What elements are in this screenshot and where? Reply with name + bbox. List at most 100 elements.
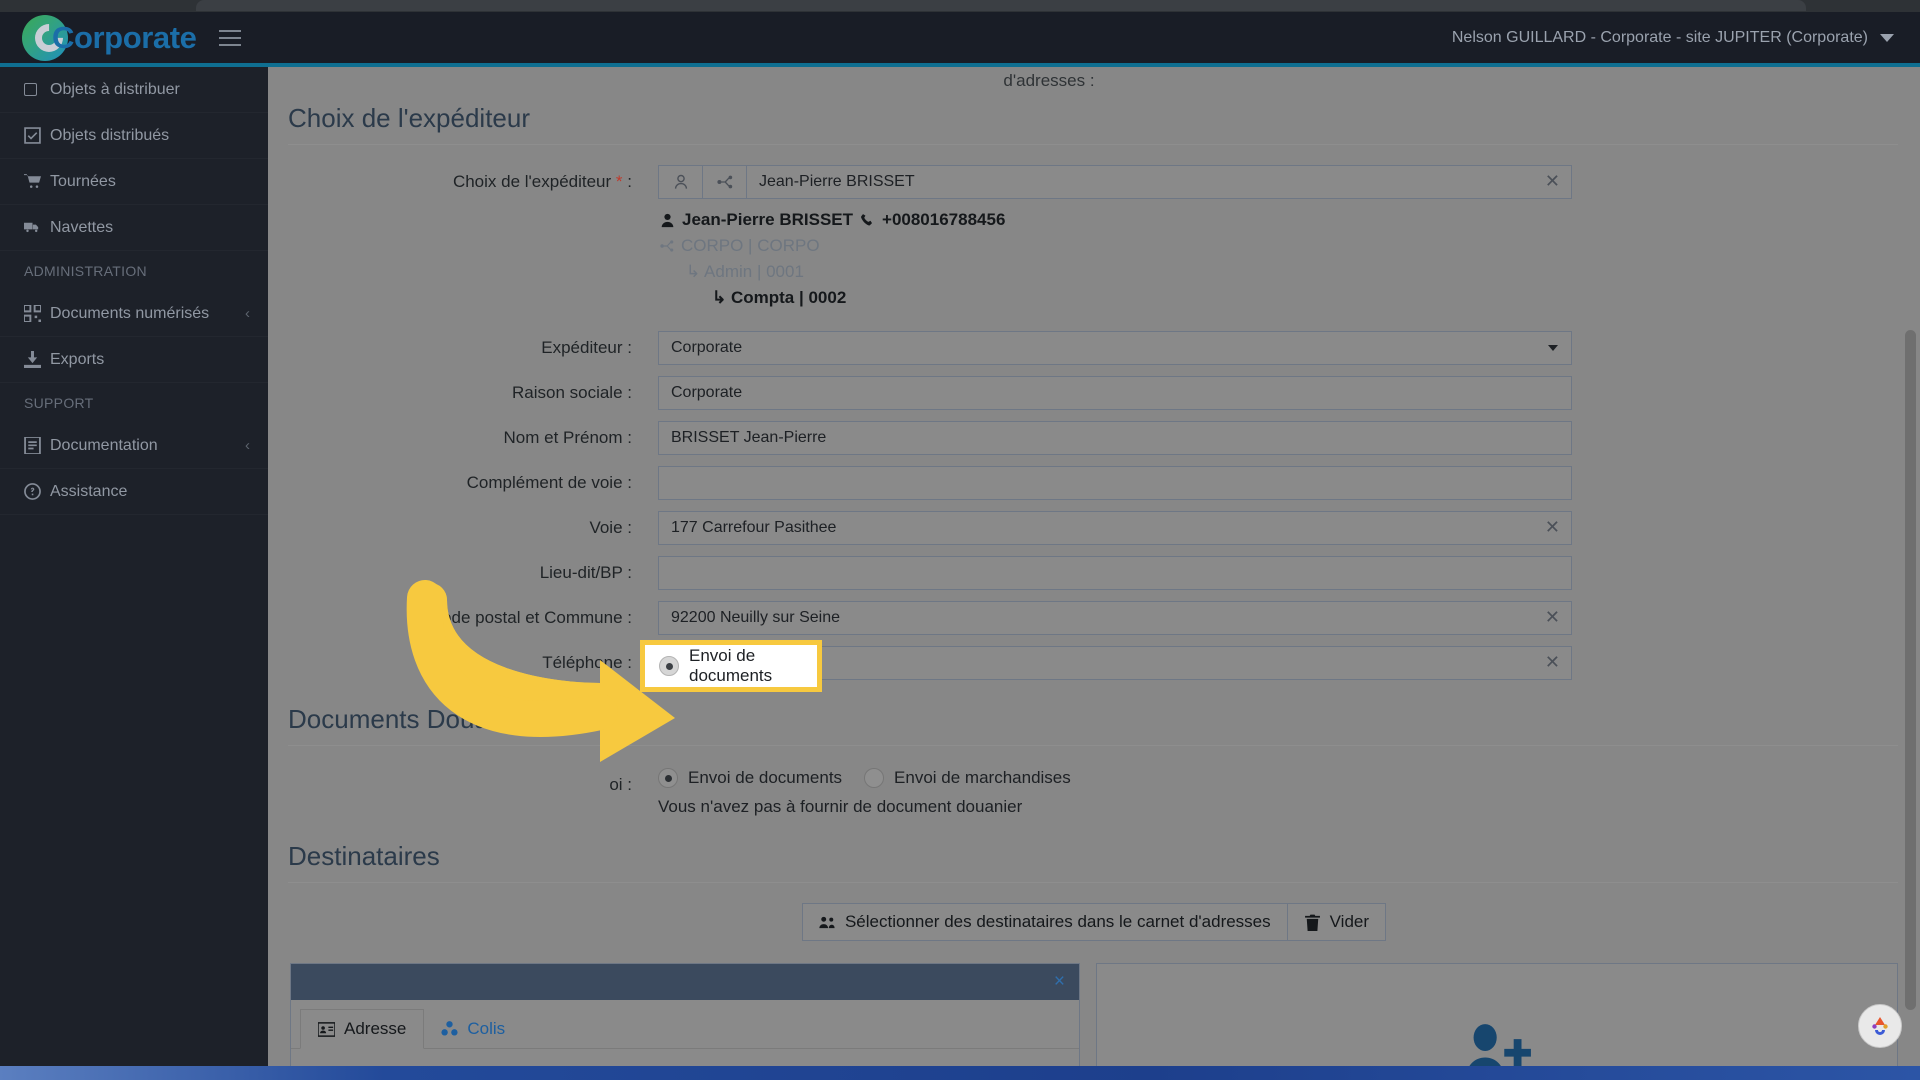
cut-off-label: d'adresses : <box>1003 71 1095 90</box>
close-icon[interactable]: × <box>1054 971 1065 993</box>
main-content: d'adresses : Choix de l'expéditeur Choix… <box>268 67 1920 1080</box>
field-control-choix-expediteur: ✕ Jean-Pierre BRISSET +008016788456 CO <box>658 165 1572 309</box>
sender-org-line: CORPO | CORPO <box>660 235 1572 257</box>
select-field[interactable] <box>658 331 1572 365</box>
text-field[interactable] <box>658 421 1572 455</box>
field-control: ✕ <box>658 511 1572 545</box>
sidebar-item-assistance[interactable]: Assistance <box>0 469 268 515</box>
sidebar-item-label: Exports <box>50 350 105 368</box>
radio-envoi-documents[interactable]: Envoi de documents <box>658 768 842 788</box>
field-row: Code postal et Commune : ✕ <box>290 601 1898 635</box>
panel-header: × <box>291 964 1079 1000</box>
tree-arrow-icon: ↳ <box>712 288 727 307</box>
sender-org: CORPO | CORPO <box>681 236 820 255</box>
user-menu-label: Nelson GUILLARD - Corporate - site JUPIT… <box>1451 29 1868 46</box>
book-icon <box>24 437 50 454</box>
highlight-box-envoi-documents[interactable]: Envoi de documents <box>640 640 822 692</box>
sender-detail-block: Jean-Pierre BRISSET +008016788456 CORPO … <box>660 209 1572 309</box>
field-label: Lieu-dit/BP : <box>539 563 632 582</box>
radio-selected-icon <box>659 656 679 676</box>
highlight-radio-label: Envoi de documents <box>689 646 773 685</box>
sidebar: Objets à distribuer Objets distribués To… <box>0 67 268 1080</box>
radio-label: Envoi de marchandises <box>894 768 1071 787</box>
clear-icon[interactable]: ✕ <box>1545 608 1560 626</box>
clear-icon[interactable]: ✕ <box>1545 653 1560 671</box>
truck-icon <box>24 219 50 236</box>
field-label: Raison sociale : <box>511 383 632 402</box>
sidebar-item-tournees[interactable]: Tournées <box>0 159 268 205</box>
parcel-icon <box>441 1021 458 1036</box>
field-row-choix-expediteur: Choix de l'expéditeur * : ✕ <box>290 165 1898 309</box>
field-label-choix-expediteur: Choix de l'expéditeur * : <box>290 165 658 199</box>
sidebar-item-label: Tournées <box>50 172 116 190</box>
radio-selected-icon <box>658 768 678 788</box>
field-label: Téléphone : <box>542 653 632 672</box>
clear-icon[interactable]: ✕ <box>1545 172 1560 190</box>
add-recipient-panel[interactable] <box>1096 963 1898 1080</box>
user-search-icon[interactable] <box>658 165 702 199</box>
sidebar-item-objets-distribues[interactable]: Objets distribués <box>0 113 268 159</box>
navbar-accent-bar <box>0 63 1920 67</box>
sender-name-line: Jean-Pierre BRISSET +008016788456 <box>660 209 1572 231</box>
sender-fields-list: Expéditeur : Raison sociale : Nom et Préno… <box>290 331 1898 680</box>
text-field[interactable] <box>658 376 1572 410</box>
recipient-card-panel: × Adresse Colis Raison sociale <box>290 963 1080 1080</box>
field-control <box>658 376 1572 410</box>
radio-envoi-marchandises[interactable]: Envoi de marchandises <box>864 768 1071 788</box>
panel-tabs: Adresse Colis <box>291 1000 1079 1049</box>
clear-icon[interactable]: ✕ <box>1545 518 1560 536</box>
sidebar-item-documents-numerises[interactable]: Documents numérisés ‹ <box>0 291 268 337</box>
sidebar-item-label: Documentation <box>50 436 158 454</box>
search-input-group: ✕ <box>658 165 1572 199</box>
org-tree-icon[interactable] <box>702 165 746 199</box>
text-field[interactable] <box>658 556 1572 590</box>
field-control-customs-type: Envoi de documents Envoi de marchandises… <box>658 768 1572 817</box>
users-icon <box>819 916 835 928</box>
field-control: ✕ <box>658 601 1572 635</box>
sidebar-item-navettes[interactable]: Navettes <box>0 205 268 251</box>
field-row: Nom et Prénom : <box>290 421 1898 455</box>
menu-toggle-icon[interactable] <box>218 30 241 46</box>
field-row: Expéditeur : <box>290 331 1898 365</box>
sender-name: Jean-Pierre BRISSET <box>682 210 854 229</box>
browser-tab[interactable] <box>196 0 1806 11</box>
choix-expediteur-input[interactable] <box>746 165 1572 199</box>
vertical-scrollbar[interactable] <box>1905 330 1916 1010</box>
trash-icon <box>1304 914 1320 931</box>
recipients-button-group: Sélectionner des destinataires dans le c… <box>801 903 1387 941</box>
sidebar-item-label: Navettes <box>50 218 114 236</box>
sidebar-item-label: Objets distribués <box>50 126 170 144</box>
chevron-left-icon: ‹ <box>245 437 250 454</box>
field-control <box>658 331 1572 365</box>
field-label-customs-type: oi : <box>609 775 632 794</box>
field-label-text: Choix de l'expéditeur <box>452 172 612 191</box>
field-control <box>658 466 1572 500</box>
user-menu[interactable]: Nelson GUILLARD - Corporate - site JUPIT… <box>1452 29 1894 47</box>
app-screen: Corporate Nelson GUILLARD - Corporate - … <box>0 0 1920 1080</box>
clear-recipients-button[interactable]: Vider <box>1287 903 1387 941</box>
select-recipients-button[interactable]: Sélectionner des destinataires dans le c… <box>801 903 1288 941</box>
field-control <box>658 421 1572 455</box>
sidebar-item-objets-a-distribuer[interactable]: Objets à distribuer <box>0 67 268 113</box>
tab-colis[interactable]: Colis <box>424 1009 522 1048</box>
sidebar-item-exports[interactable]: Exports <box>0 337 268 383</box>
sidebar-item-label: Documents numérisés <box>50 304 210 322</box>
tab-adresse[interactable]: Adresse <box>300 1009 425 1049</box>
floating-widget-button[interactable] <box>1858 1004 1902 1048</box>
sender-sub2-line: ↳ Compta | 0002 <box>712 287 1572 309</box>
brand-name: Corporate <box>52 20 197 55</box>
field-row: Voie : ✕ <box>290 511 1898 545</box>
sidebar-group-administration: ADMINISTRATION <box>24 263 147 279</box>
question-circle-icon <box>24 483 50 500</box>
field-label: Complément de voie : <box>466 473 632 492</box>
field-label: Nom et Prénom : <box>503 428 633 447</box>
tree-arrow-icon: ↳ <box>686 262 701 281</box>
brand-logo-group[interactable]: Corporate <box>22 15 197 61</box>
widget-logo-icon <box>1872 1017 1888 1035</box>
text-field[interactable] <box>658 511 1572 545</box>
text-field[interactable] <box>658 601 1572 635</box>
text-field[interactable] <box>658 466 1572 500</box>
sidebar-item-documentation[interactable]: Documentation ‹ <box>0 423 268 469</box>
chevron-down-icon <box>1880 34 1894 42</box>
field-label: Expéditeur : <box>541 338 632 357</box>
